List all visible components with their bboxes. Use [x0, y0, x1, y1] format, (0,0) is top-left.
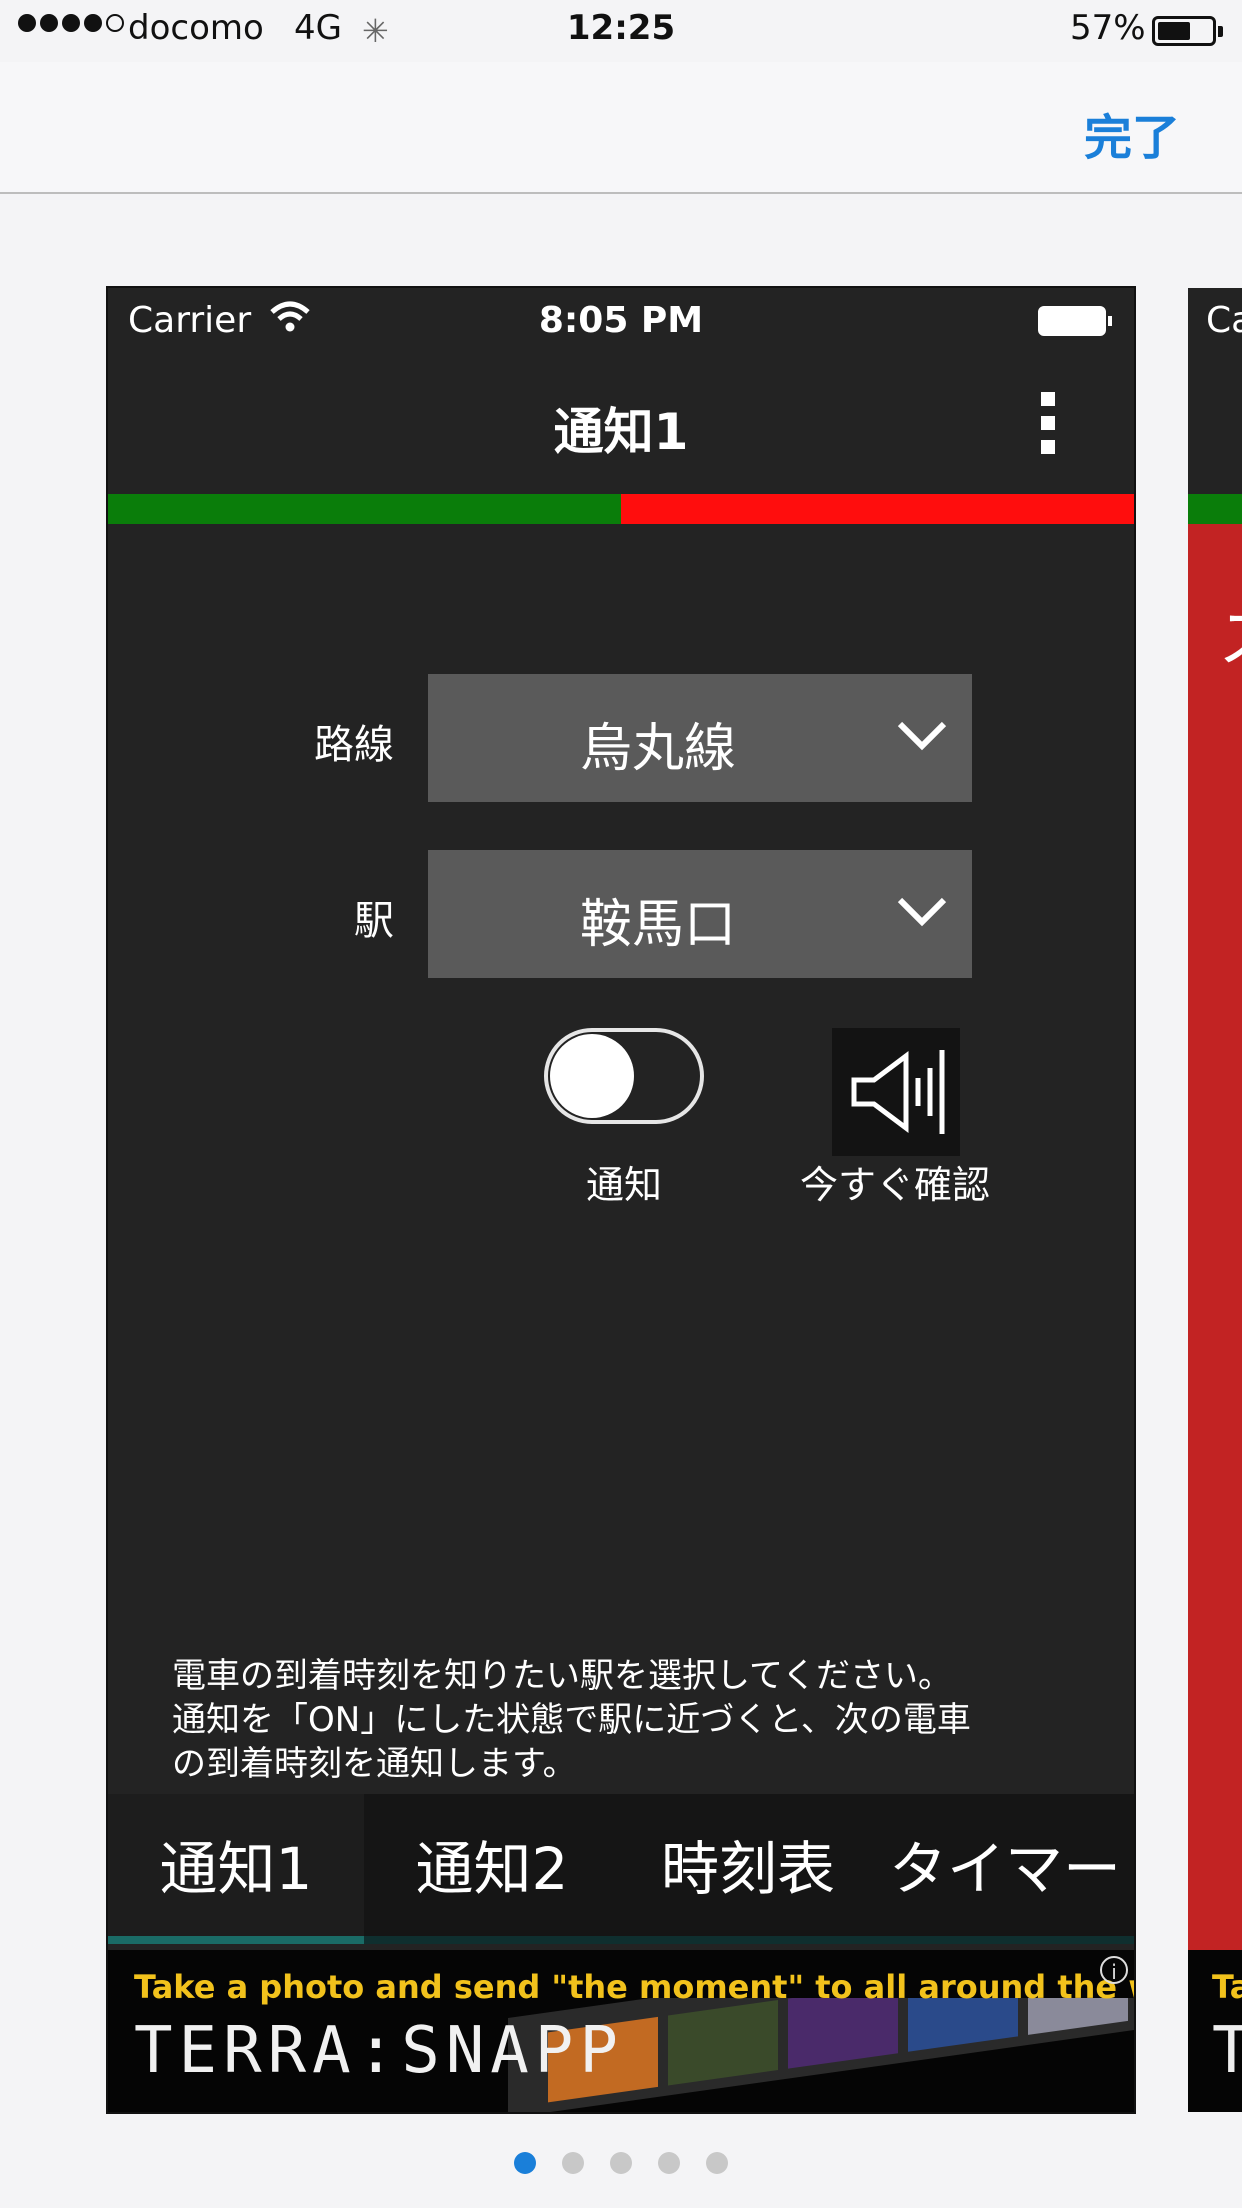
- status-progress-bar: [108, 494, 1134, 524]
- more-menu-icon[interactable]: [1038, 392, 1058, 458]
- next-screenshot-card[interactable]: Ca ス Ta T: [1188, 288, 1242, 2112]
- battery-percent: 57%: [1070, 8, 1146, 48]
- app-status-time: 8:05 PM: [538, 300, 704, 341]
- page-title: 通知1: [553, 403, 689, 461]
- line-select-value: 烏丸線: [579, 719, 736, 779]
- battery-icon: [1152, 16, 1223, 46]
- next-card-ad: Ta T: [1188, 1950, 1242, 2112]
- next-card-progress: [1188, 494, 1242, 524]
- page-dot[interactable]: [706, 2152, 728, 2174]
- speaker-icon: [851, 1050, 945, 1134]
- ad-tagline: Take a photo and send "the moment" to al…: [134, 1968, 1134, 2006]
- notify-label: 通知: [585, 1163, 662, 1207]
- device-status-bar: docomo 4G ✳ 12:25 57%: [0, 0, 1242, 62]
- next-card-ad-brand: T: [1212, 2014, 1242, 2088]
- ad-banner[interactable]: Take a photo and send "the moment" to al…: [108, 1950, 1134, 2112]
- check-now-label: 今すぐ確認: [799, 1163, 990, 1207]
- station-select-value: 鞍馬口: [579, 895, 736, 955]
- app-battery-icon: [1038, 306, 1112, 336]
- ad-brand: TERRA:SNAPP: [134, 2014, 624, 2088]
- tab-timetable[interactable]: 時刻表: [620, 1794, 876, 1944]
- line-select[interactable]: 烏丸線: [428, 674, 972, 802]
- chevron-down-icon: [896, 718, 948, 756]
- ad-info-icon[interactable]: i: [1100, 1956, 1128, 1984]
- station-select[interactable]: 鞍馬口: [428, 850, 972, 978]
- page-dot[interactable]: [658, 2152, 680, 2174]
- chevron-down-icon: [896, 894, 948, 932]
- description-line: 通知を「ON」にした状態で駅に近づくと、次の電車: [172, 1700, 971, 1740]
- tab-indicator: [108, 1936, 1134, 1944]
- check-now-button[interactable]: [832, 1028, 960, 1156]
- next-card-ad-text: Ta: [1212, 1968, 1242, 2006]
- tab-timer[interactable]: タイマー: [876, 1794, 1134, 1944]
- notify-toggle[interactable]: [544, 1028, 704, 1124]
- page-dot[interactable]: [610, 2152, 632, 2174]
- next-card-content: [1188, 524, 1242, 1950]
- done-button[interactable]: 完了: [1084, 98, 1180, 168]
- page-control[interactable]: [0, 2152, 1242, 2174]
- description-text: 電車の到着時刻を知りたい駅を選択してください。 通知を「ON」にした状態で駅に近…: [172, 1654, 1112, 1786]
- next-card-glyph: ス: [1218, 588, 1242, 680]
- screenshot-card[interactable]: Carrier 8:05 PM 通知1 路線 烏丸線 駅 鞍馬口 通知 今すぐ確…: [108, 288, 1134, 2112]
- progress-green-segment: [108, 494, 621, 524]
- line-label: 路線: [314, 722, 394, 768]
- app-status-bar: Carrier 8:05 PM: [108, 288, 1134, 354]
- navigation-bar: 完了: [0, 62, 1242, 194]
- page-dot[interactable]: [562, 2152, 584, 2174]
- page-dot[interactable]: [514, 2152, 536, 2174]
- tab-bar: 通知1 通知2 時刻表 タイマー: [108, 1794, 1134, 1944]
- station-label: 駅: [354, 898, 394, 944]
- description-line: 電車の到着時刻を知りたい駅を選択してください。: [172, 1656, 952, 1696]
- tab-notify2[interactable]: 通知2: [364, 1794, 620, 1944]
- next-card-carrier: Ca: [1206, 300, 1242, 341]
- description-line: の到着時刻を通知します。: [172, 1744, 577, 1784]
- tab-notify1[interactable]: 通知1: [108, 1794, 364, 1944]
- status-time: 12:25: [566, 8, 676, 48]
